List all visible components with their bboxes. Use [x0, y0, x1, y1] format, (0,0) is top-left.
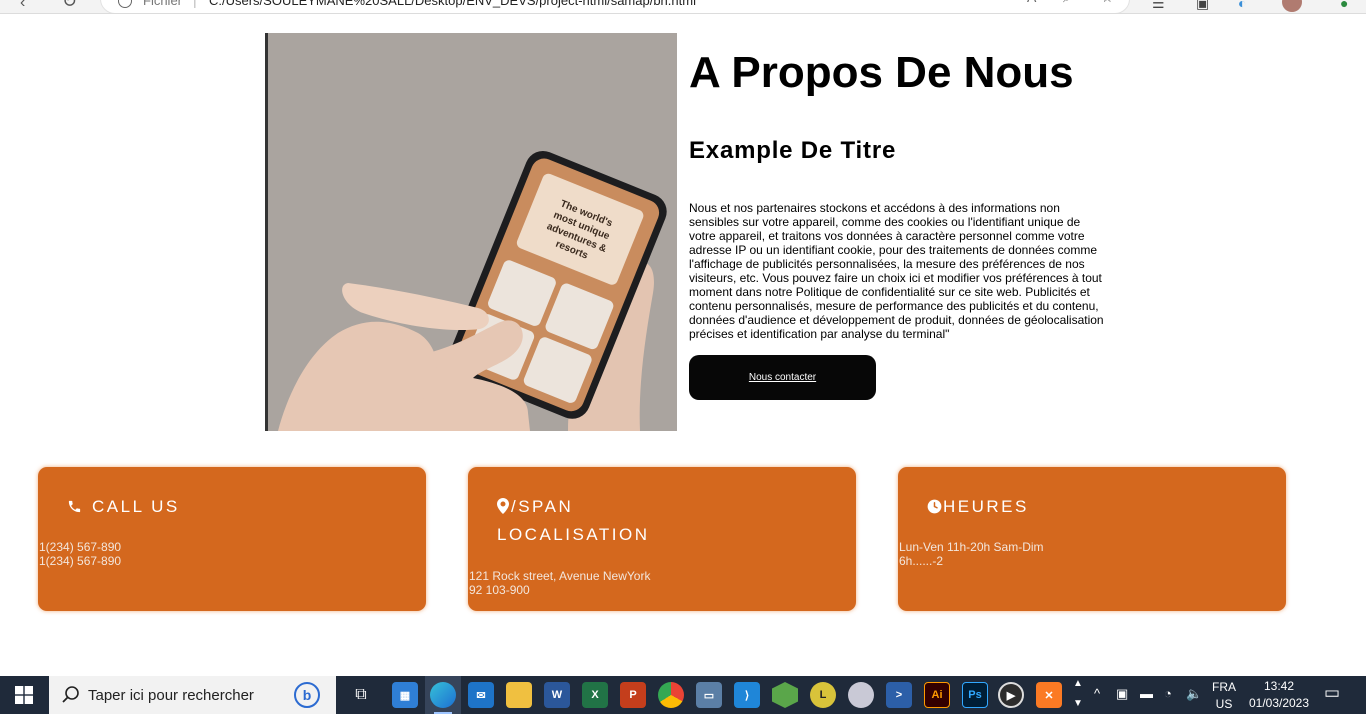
hours-body: Lun-Ven 11h-20h Sam-Dim 6h......-2	[899, 540, 1044, 568]
section-subtitle: Example De Titre	[689, 137, 897, 164]
media-player-icon[interactable]: ▶	[998, 682, 1024, 708]
file-explorer-icon[interactable]	[506, 682, 532, 708]
word-icon[interactable]: W	[544, 682, 570, 708]
location-heading-line-2: LOCALISATION	[497, 525, 650, 544]
battery-icon[interactable]: ▬	[1140, 686, 1153, 701]
hours-line-2: 6h......-2	[899, 554, 944, 568]
clock-icon	[927, 499, 942, 514]
update-icon[interactable]: ●	[1340, 0, 1348, 11]
collections-icon[interactable]: ▣	[1196, 0, 1209, 12]
edge-icon[interactable]	[430, 682, 456, 708]
location-heading: /SPAN LOCALISATION	[497, 493, 650, 549]
hours-card: HEURES Lun-Ven 11h-20h Sam-Dim 6h......-…	[898, 467, 1286, 611]
reload-icon[interactable]: ↻	[62, 0, 77, 12]
clock-date: 01/03/2023	[1248, 696, 1310, 710]
illustrator-icon[interactable]: Ai	[924, 682, 950, 708]
phone-icon	[68, 500, 81, 513]
chrome-icon[interactable]	[658, 682, 684, 708]
start-button[interactable]	[0, 676, 48, 714]
input-language[interactable]: FRA US	[1206, 680, 1242, 711]
address-separator: |	[193, 0, 197, 8]
yellow-app-icon[interactable]: L	[810, 682, 836, 708]
keyboard-layout: US	[1215, 697, 1233, 711]
bing-icon[interactable]: b	[294, 682, 320, 708]
phone-in-hands-illustration: The world's most unique adventures & res…	[268, 33, 677, 431]
call-us-heading: CALL US	[67, 493, 180, 521]
taskbar-scroll-up-icon[interactable]: ▲	[1073, 678, 1083, 689]
location-card: /SPAN LOCALISATION 121 Rock street, Aven…	[468, 467, 856, 611]
search-placeholder: Taper ici pour rechercher	[88, 687, 254, 704]
nodejs-icon[interactable]	[772, 682, 798, 708]
location-heading-line-1: /SPAN	[511, 497, 574, 516]
windows-logo-icon	[15, 686, 33, 704]
xampp-icon[interactable]: ✕	[1036, 682, 1062, 708]
meet-now-icon[interactable]: ▣	[1116, 686, 1128, 702]
address-url[interactable]: C:/Users/SOULEYMANE%20SALL/Desktop/ENV_D…	[209, 0, 696, 8]
hours-title: HEURES	[943, 497, 1029, 516]
taskbar-scroll-down-icon[interactable]: ▼	[1073, 698, 1083, 709]
location-postal: 92 103-900	[469, 583, 530, 597]
clock-time: 13:42	[1263, 679, 1295, 693]
call-us-phone-2[interactable]: 1(234) 567-890	[39, 554, 121, 568]
taskbar-search[interactable]: Taper ici pour rechercher b	[49, 676, 336, 714]
vscode-icon[interactable]: ⟩	[734, 682, 760, 708]
notification-icon[interactable]: ▭	[1324, 683, 1340, 703]
info-icon[interactable]	[118, 0, 132, 8]
back-icon[interactable]: ‹	[20, 0, 25, 12]
location-address: 121 Rock street, Avenue NewYork	[469, 569, 651, 583]
address-bar[interactable]: Fichier | C:/Users/SOULEYMANE%20SALL/Des…	[100, 0, 1130, 13]
extension-icon[interactable]: ◐	[1238, 0, 1246, 11]
address-scheme: Fichier	[143, 0, 183, 8]
remote-desktop-icon[interactable]: ▭	[696, 682, 722, 708]
favorites-icon[interactable]: ☰	[1152, 0, 1165, 12]
clock[interactable]: 13:42 01/03/2023	[1246, 679, 1312, 710]
show-hidden-icons-icon[interactable]: ^	[1094, 686, 1100, 701]
hours-line-1: Lun-Ven 11h-20h Sam-Dim	[899, 540, 1044, 554]
language-code: FRA	[1212, 680, 1236, 694]
call-us-title: CALL US	[92, 497, 180, 516]
microsoft-store-icon[interactable]: ▦	[392, 682, 418, 708]
profile-avatar[interactable]	[1282, 0, 1302, 12]
mail-icon[interactable]: ✉	[468, 682, 494, 708]
call-us-body: 1(234) 567-890 1(234) 567-890	[39, 540, 121, 568]
excel-icon[interactable]: X	[582, 682, 608, 708]
zoom-icon[interactable]: ⌕	[1063, 0, 1071, 6]
network-app-icon[interactable]	[848, 682, 874, 708]
call-us-card: CALL US 1(234) 567-890 1(234) 567-890	[38, 467, 426, 611]
call-us-phone-1[interactable]: 1(234) 567-890	[39, 540, 121, 554]
search-icon	[62, 686, 79, 703]
powerpoint-icon[interactable]: P	[620, 682, 646, 708]
powershell-icon[interactable]: >	[886, 682, 912, 708]
about-image: The world's most unique adventures & res…	[265, 33, 677, 431]
read-aloud-icon[interactable]: A	[1027, 0, 1036, 5]
contact-button[interactable]: Nous contacter	[689, 355, 876, 400]
map-pin-icon	[497, 498, 509, 514]
photoshop-icon[interactable]: Ps	[962, 682, 988, 708]
hours-heading: HEURES	[927, 493, 1029, 521]
taskbar: Taper ici pour rechercher b ⧉ ▦ ✉ W X P …	[0, 676, 1366, 714]
volume-icon[interactable]: 🔈	[1186, 686, 1202, 702]
page-title: A Propos De Nous	[689, 48, 1074, 97]
browser-toolbar: ‹ ↻ Fichier | C:/Users/SOULEYMANE%20SALL…	[0, 0, 1366, 14]
about-paragraph: Nous et nos partenaires stockons et accé…	[689, 201, 1104, 341]
location-body: 121 Rock street, Avenue NewYork 92 103-9…	[469, 569, 650, 597]
wifi-icon[interactable]: ◔	[1164, 686, 1172, 701]
favorite-add-icon[interactable]: ☆	[1101, 0, 1114, 6]
task-view-icon[interactable]: ⧉	[348, 682, 374, 708]
